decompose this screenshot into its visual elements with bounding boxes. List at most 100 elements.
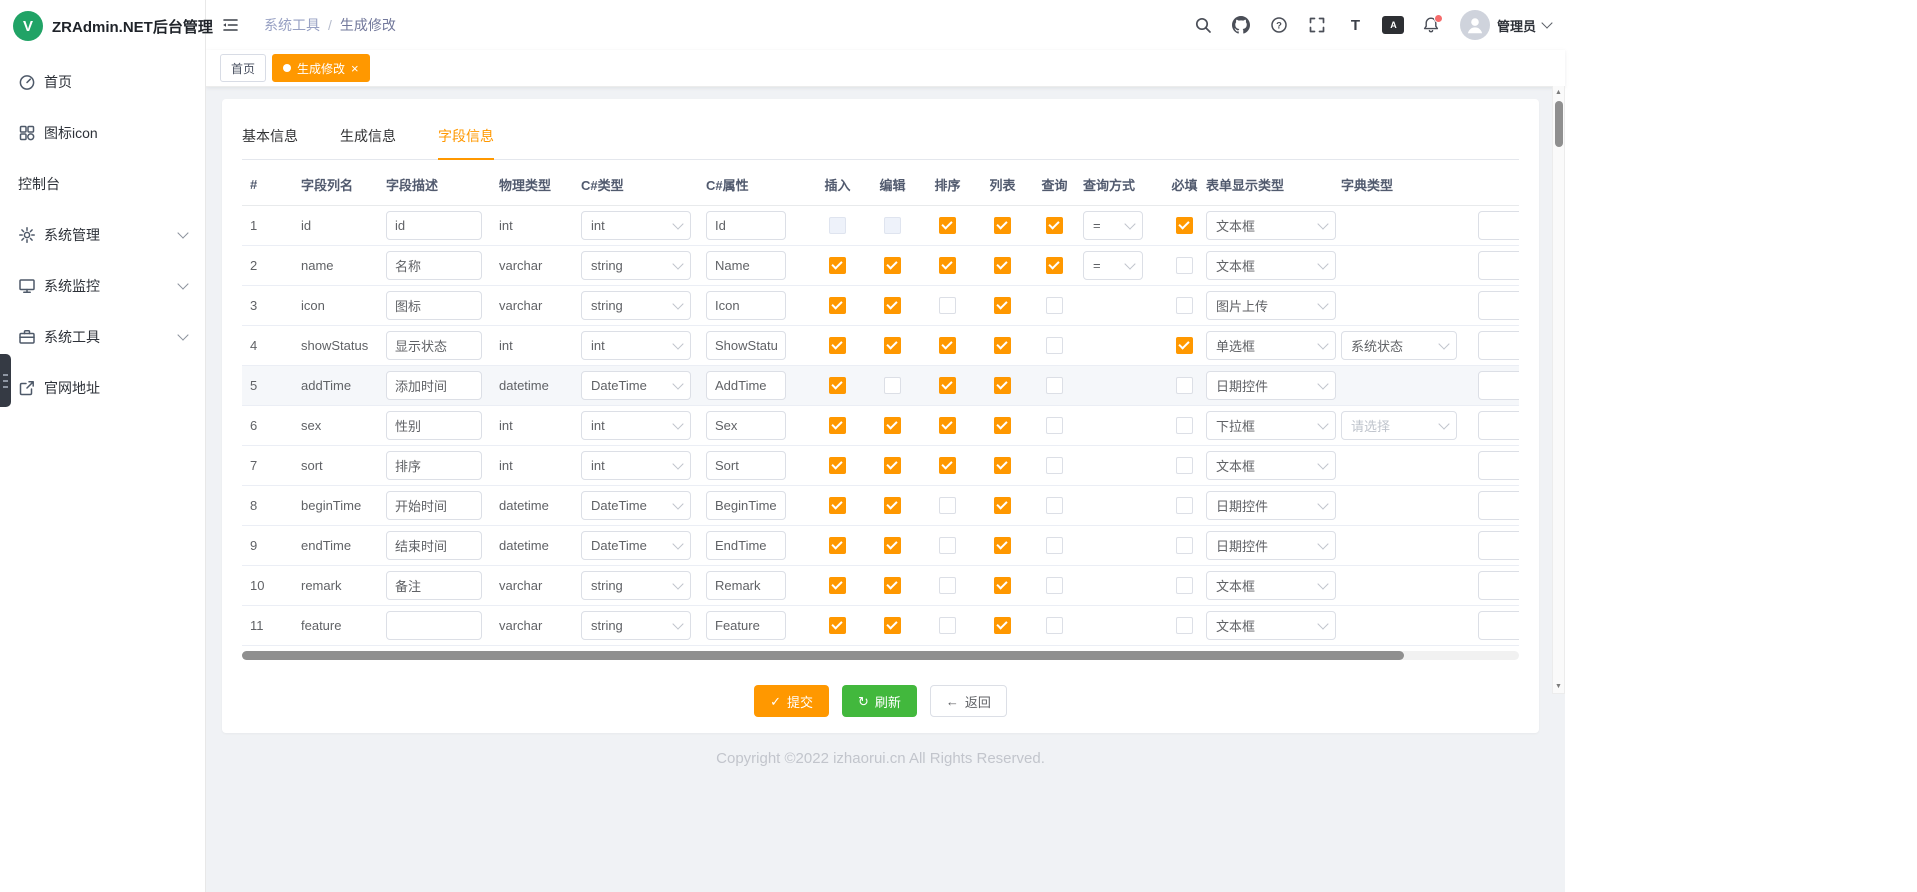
- text-input[interactable]: [1478, 531, 1519, 560]
- theme-drawer-handle[interactable]: [0, 354, 11, 407]
- checkbox-checked[interactable]: [994, 257, 1011, 274]
- checkbox-checked[interactable]: [994, 457, 1011, 474]
- select[interactable]: 文本框: [1206, 211, 1336, 240]
- select[interactable]: DateTime: [581, 371, 691, 400]
- checkbox-unchecked[interactable]: [1046, 577, 1063, 594]
- sidebar-item-official-site[interactable]: 官网地址: [0, 362, 205, 413]
- select[interactable]: int: [581, 211, 691, 240]
- text-input[interactable]: [386, 331, 482, 360]
- checkbox-unchecked[interactable]: [1176, 377, 1193, 394]
- select[interactable]: DateTime: [581, 491, 691, 520]
- text-input[interactable]: [1478, 451, 1519, 480]
- checkbox-checked[interactable]: [939, 257, 956, 274]
- text-input[interactable]: [386, 211, 482, 240]
- back-button[interactable]: ← 返回: [930, 685, 1007, 717]
- checkbox-checked[interactable]: [829, 297, 846, 314]
- checkbox-unchecked[interactable]: [1046, 537, 1063, 554]
- checkbox-unchecked[interactable]: [1046, 497, 1063, 514]
- translate-icon[interactable]: A: [1384, 16, 1403, 35]
- checkbox-checked[interactable]: [884, 257, 901, 274]
- fullscreen-icon[interactable]: [1308, 16, 1327, 35]
- select[interactable]: 文本框: [1206, 251, 1336, 280]
- search-icon[interactable]: [1194, 16, 1213, 35]
- checkbox-checked[interactable]: [829, 257, 846, 274]
- checkbox-checked[interactable]: [994, 297, 1011, 314]
- text-input[interactable]: [386, 451, 482, 480]
- text-input[interactable]: [1478, 371, 1519, 400]
- select[interactable]: 文本框: [1206, 451, 1336, 480]
- text-input[interactable]: [706, 531, 786, 560]
- select[interactable]: int: [581, 411, 691, 440]
- checkbox-checked[interactable]: [829, 497, 846, 514]
- select[interactable]: 日期控件: [1206, 531, 1336, 560]
- select[interactable]: 单选框: [1206, 331, 1336, 360]
- checkbox-unchecked[interactable]: [1046, 377, 1063, 394]
- scroll-down-icon[interactable]: ▼: [1555, 680, 1562, 693]
- checkbox-checked[interactable]: [939, 337, 956, 354]
- checkbox-unchecked[interactable]: [1176, 497, 1193, 514]
- checkbox-checked[interactable]: [1176, 217, 1193, 234]
- select[interactable]: 系统状态: [1341, 331, 1457, 360]
- checkbox-checked[interactable]: [829, 417, 846, 434]
- text-input[interactable]: [706, 211, 786, 240]
- select[interactable]: 文本框: [1206, 611, 1336, 640]
- select[interactable]: int: [581, 451, 691, 480]
- checkbox-checked[interactable]: [939, 417, 956, 434]
- checkbox-checked[interactable]: [994, 377, 1011, 394]
- select[interactable]: 图片上传: [1206, 291, 1336, 320]
- select[interactable]: 文本框: [1206, 571, 1336, 600]
- checkbox-checked[interactable]: [829, 537, 846, 554]
- text-input[interactable]: [1478, 291, 1519, 320]
- checkbox-unchecked[interactable]: [1176, 417, 1193, 434]
- checkbox-checked[interactable]: [994, 497, 1011, 514]
- logo-row[interactable]: V ZRAdmin.NET后台管理: [0, 0, 205, 52]
- text-input[interactable]: [1478, 491, 1519, 520]
- checkbox-unchecked[interactable]: [1046, 417, 1063, 434]
- text-input[interactable]: [386, 411, 482, 440]
- scroll-up-icon[interactable]: ▲: [1555, 86, 1562, 99]
- checkbox-checked[interactable]: [1046, 257, 1063, 274]
- checkbox-unchecked[interactable]: [1176, 537, 1193, 554]
- checkbox-checked[interactable]: [829, 377, 846, 394]
- checkbox-unchecked[interactable]: [1176, 617, 1193, 634]
- text-input[interactable]: [386, 291, 482, 320]
- checkbox-unchecked[interactable]: [1176, 257, 1193, 274]
- checkbox-checked[interactable]: [939, 217, 956, 234]
- select[interactable]: =: [1083, 211, 1143, 240]
- checkbox-checked[interactable]: [884, 457, 901, 474]
- select[interactable]: string: [581, 571, 691, 600]
- help-icon[interactable]: ?: [1270, 16, 1289, 35]
- checkbox-checked[interactable]: [829, 457, 846, 474]
- checkbox-unchecked[interactable]: [939, 497, 956, 514]
- checkbox-checked[interactable]: [884, 417, 901, 434]
- checkbox-unchecked[interactable]: [1046, 457, 1063, 474]
- checkbox-unchecked[interactable]: [1176, 457, 1193, 474]
- tag-home[interactable]: 首页: [220, 54, 266, 82]
- bell-icon[interactable]: [1422, 16, 1441, 35]
- text-input[interactable]: [1478, 331, 1519, 360]
- vertical-scrollbar[interactable]: ▲ ▼: [1552, 86, 1565, 694]
- checkbox-checked[interactable]: [994, 417, 1011, 434]
- text-input[interactable]: [706, 371, 786, 400]
- checkbox-checked[interactable]: [884, 577, 901, 594]
- text-input[interactable]: [1478, 611, 1519, 640]
- text-input[interactable]: [706, 251, 786, 280]
- user-menu[interactable]: 管理员: [1460, 10, 1551, 40]
- select[interactable]: int: [581, 331, 691, 360]
- tab-field-info[interactable]: 字段信息: [438, 115, 494, 159]
- sidebar-item-console[interactable]: 控制台: [0, 158, 205, 209]
- select[interactable]: =: [1083, 251, 1143, 280]
- checkbox-checked[interactable]: [829, 577, 846, 594]
- checkbox-checked[interactable]: [939, 457, 956, 474]
- text-input[interactable]: [1478, 211, 1519, 240]
- select[interactable]: DateTime: [581, 531, 691, 560]
- submit-button[interactable]: ✓ 提交: [754, 685, 829, 717]
- text-input[interactable]: [706, 451, 786, 480]
- text-input[interactable]: [1478, 571, 1519, 600]
- checkbox-checked[interactable]: [884, 497, 901, 514]
- checkbox-checked[interactable]: [1046, 217, 1063, 234]
- tab-basic-info[interactable]: 基本信息: [242, 115, 298, 159]
- sidebar-fold-icon[interactable]: [220, 14, 242, 36]
- text-input[interactable]: [386, 611, 482, 640]
- select[interactable]: 请选择: [1341, 411, 1457, 440]
